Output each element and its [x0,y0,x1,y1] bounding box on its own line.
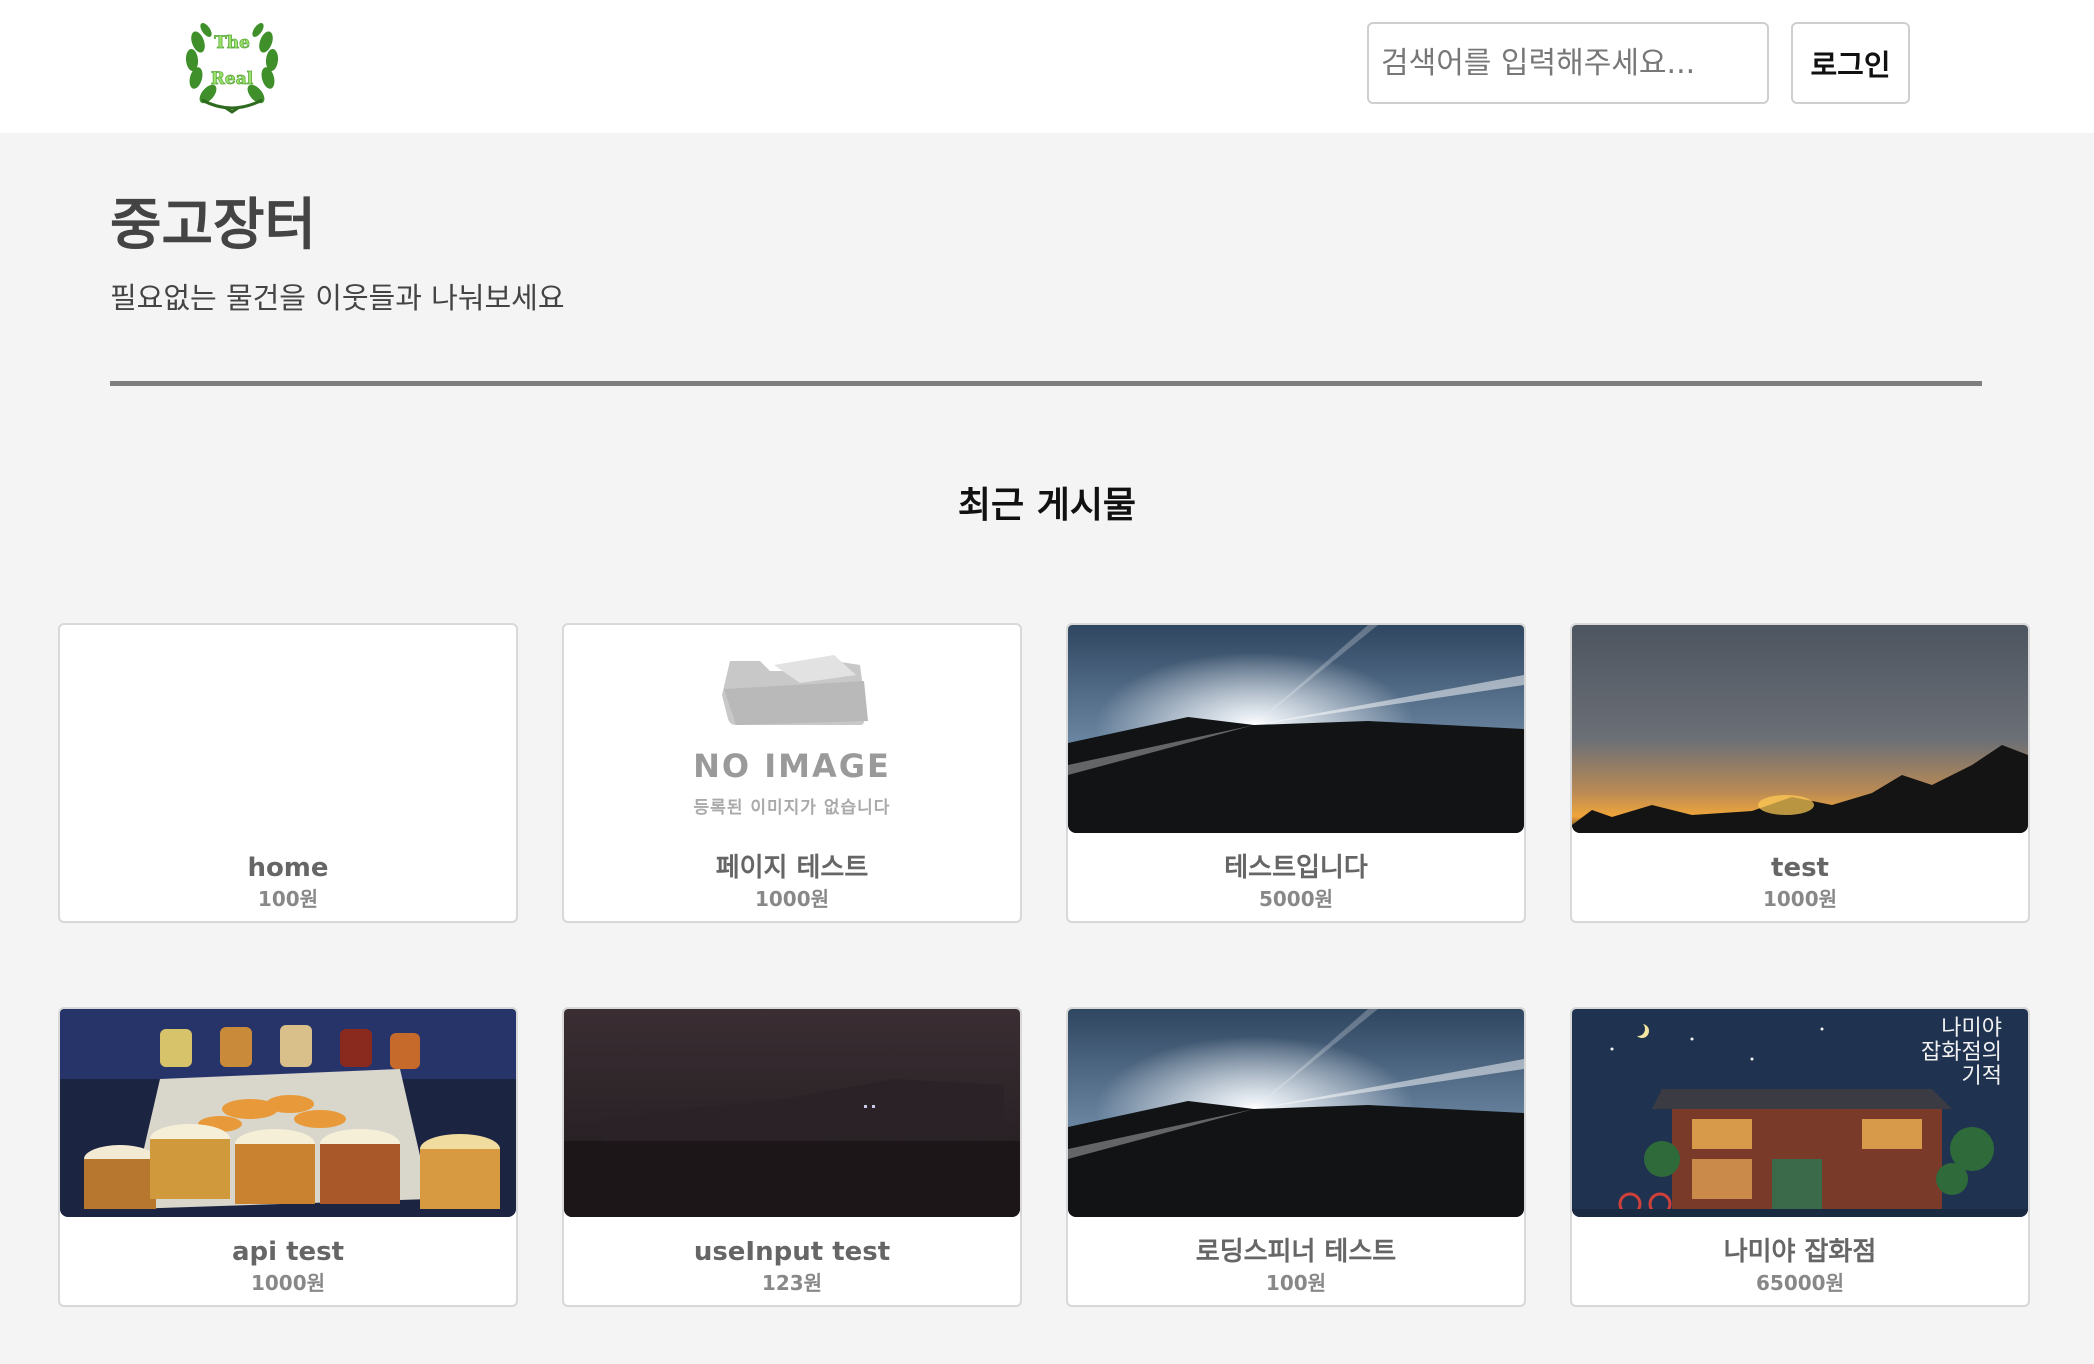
post-card[interactable]: home 100원 [58,623,518,923]
logo-laurel-icon[interactable]: The Real [180,12,284,116]
post-card[interactable]: 로딩스피너 테스트 100원 [1066,1007,1526,1307]
post-thumbnail-beer [60,1009,516,1217]
login-button[interactable]: 로그인 [1791,22,1910,104]
post-name: 페이지 테스트 [715,853,869,883]
post-card[interactable]: api test 1000원 [58,1007,518,1307]
logo-text-bottom: Real [211,69,254,89]
post-thumbnail-night-building [564,1009,1020,1217]
post-thumbnail-sunburst [1068,1009,1524,1217]
post-name: home [247,853,329,883]
post-price: 1000원 [250,1271,326,1295]
no-image-placeholder: NO IMAGE 등록된 이미지가 없습니다 [564,625,1020,833]
no-image-subtext: 등록된 이미지가 없습니다 [693,798,891,818]
post-price: 100원 [1265,1271,1327,1295]
cover-text-line-1: 나미야 [1941,1016,2002,1041]
post-name: 나미야 잡화점 [1723,1237,1877,1267]
post-price: 100원 [257,887,319,911]
post-thumbnail-sunset [1572,625,2028,833]
post-price: 1000원 [1762,887,1838,911]
page-title: 중고장터 [110,193,317,258]
post-price: 65000원 [1756,1271,1844,1295]
post-card[interactable]: NO IMAGE 등록된 이미지가 없습니다 페이지 테스트 1000원 [562,623,1022,923]
no-image-text: NO IMAGE [693,747,891,785]
post-name: 테스트입니다 [1224,853,1368,883]
post-name: useInput test [693,1237,891,1267]
post-card[interactable]: test 1000원 [1570,623,2030,923]
post-card[interactable]: 나미야 잡화점의 기적 나미야 잡화점 65000원 [1570,1007,2030,1307]
post-thumbnail-empty [60,625,516,833]
post-thumbnail-sunburst [1068,625,1524,833]
cover-text-line-3: 기적 [1962,1064,2002,1089]
recent-posts-title: 최근 게시물 [957,485,1137,526]
post-card[interactable]: 테스트입니다 5000원 [1066,623,1526,923]
page-subtitle: 필요없는 물건을 이웃들과 나눠보세요 [110,281,565,315]
post-name: 로딩스피너 테스트 [1195,1237,1397,1267]
search-input[interactable] [1367,22,1769,104]
logo-text-top: The [214,33,250,53]
cover-text-line-2: 잡화점의 [1921,1040,2002,1065]
post-card[interactable]: useInput test 123원 [562,1007,1022,1307]
section-divider [110,381,1982,386]
top-header: The Real 로그인 [0,0,2094,133]
post-price: 123원 [761,1271,823,1295]
post-name: api test [231,1237,345,1267]
post-price: 5000원 [1258,887,1334,911]
post-thumbnail-book-cover: 나미야 잡화점의 기적 [1572,1009,2028,1217]
post-name: test [1771,853,1829,883]
post-price: 1000원 [754,887,830,911]
